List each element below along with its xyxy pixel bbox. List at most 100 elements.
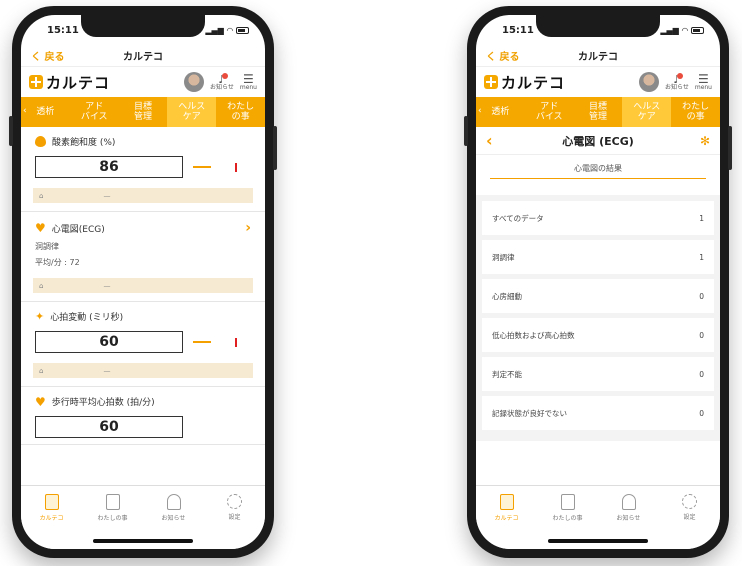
alert-marker — [235, 162, 237, 172]
app-logo: カルテコ — [29, 72, 110, 93]
back-button[interactable]: く 戻る — [486, 48, 519, 63]
spo2-card[interactable]: 酸素飽和度 (%) 86 ⌂ — — [21, 127, 265, 212]
chevron-right-icon[interactable]: › — [245, 220, 251, 236]
card-title: 酸素飽和度 (%) — [52, 138, 116, 148]
chevron-left-icon[interactable]: ‹ — [23, 106, 27, 116]
gear-icon[interactable]: ✻ — [700, 134, 710, 148]
avatar[interactable] — [183, 72, 204, 92]
menu-button[interactable]: ☰ menu — [695, 73, 712, 91]
nav-bar: く 戻る カルテコ — [476, 45, 720, 67]
tab-advice[interactable]: アド バイス — [70, 97, 119, 127]
gear-icon — [227, 494, 242, 509]
screen-left: 15:11 ▂▄▆ ◠ く 戻る カルテコ カルテコ ♪ お知らせ ☰ menu… — [21, 15, 265, 549]
walking-hr-card[interactable]: ♥ 歩行時平均心拍数 (拍/分) 60 — [21, 387, 265, 445]
result-row[interactable]: 心房細動 0 — [482, 279, 714, 313]
result-row[interactable]: 判定不能 0 — [482, 357, 714, 391]
phone-right: 15:11 ▂▄▆ ◠ く 戻る カルテコ カルテコ ♪ お知らせ ☰ menu… — [464, 6, 732, 558]
home-icon: ⌂ — [39, 281, 44, 290]
screen-right: 15:11 ▂▄▆ ◠ く 戻る カルテコ カルテコ ♪ お知らせ ☰ menu… — [476, 15, 720, 549]
battery-icon — [691, 26, 704, 34]
tab-dialysis[interactable]: 透析 — [476, 97, 525, 127]
gear-icon — [682, 494, 697, 509]
volume-button — [464, 116, 468, 146]
power-button — [728, 126, 732, 170]
tab-goals[interactable]: 目標 管理 — [119, 97, 168, 127]
pulse-icon: ✦ — [35, 310, 45, 323]
nav-karteco[interactable]: カルテコ — [476, 494, 537, 549]
note-bar[interactable]: ⌂ — — [33, 188, 253, 203]
health-list: 酸素飽和度 (%) 86 ⌂ — ♥ 心電図(ECG) › 洞調律 平均/分:… — [21, 127, 265, 455]
back-button[interactable]: く 戻る — [31, 48, 64, 63]
notch — [536, 15, 660, 37]
back-chevron-icon[interactable]: ‹ — [486, 131, 493, 150]
card-title: 心拍変動 (ミリ秒) — [50, 313, 124, 323]
tab-bar: ‹ 透析 アド バイス 目標 管理 ヘルス ケア わたし の事 — [21, 97, 265, 127]
card-title: 歩行時平均心拍数 (拍/分) — [51, 398, 155, 408]
bell-icon — [621, 494, 636, 510]
tab-healthcare[interactable]: ヘルス ケア — [167, 97, 217, 127]
menu-button[interactable]: ☰ menu — [240, 73, 257, 91]
bell-icon: ♪ — [218, 72, 229, 85]
signal-icon: ▂▄▆ — [205, 25, 224, 35]
status-time: 15:11 — [502, 24, 534, 36]
clipboard-icon — [44, 494, 59, 510]
nav-karteco[interactable]: カルテコ — [21, 494, 82, 549]
chevron-left-icon[interactable]: ‹ — [478, 106, 482, 116]
notification-button[interactable]: ♪ お知らせ — [210, 72, 234, 91]
ecg-title: 心電図 (ECG) — [562, 134, 634, 148]
bell-icon — [166, 494, 181, 510]
home-icon: ⌂ — [39, 366, 44, 375]
ecg-rhythm: 洞調律 — [35, 242, 59, 251]
app-logo: カルテコ — [484, 72, 565, 93]
result-row[interactable]: 洞調律 1 — [482, 240, 714, 274]
drop-icon — [35, 136, 46, 147]
result-row[interactable]: すべてのデータ 1 — [482, 201, 714, 235]
note-bar[interactable]: ⌂ — — [33, 363, 253, 378]
nav-settings[interactable]: 設定 — [659, 494, 720, 549]
value-box: 60 — [35, 331, 183, 353]
wifi-icon: ◠ — [681, 25, 688, 35]
trend-line — [193, 166, 211, 168]
tab-about-me[interactable]: わたし の事 — [216, 97, 265, 127]
home-indicator — [548, 539, 648, 543]
phone-left: 15:11 ▂▄▆ ◠ く 戻る カルテコ カルテコ ♪ お知らせ ☰ menu… — [9, 6, 277, 558]
ecg-subtitle: 心電図の結果 — [490, 155, 706, 179]
home-icon: ⌂ — [39, 191, 44, 200]
note-bar[interactable]: ⌂ — — [33, 278, 253, 293]
notification-button[interactable]: ♪ お知らせ — [665, 72, 689, 91]
signal-icon: ▂▄▆ — [660, 25, 679, 35]
heart-icon: ♥ — [35, 394, 46, 409]
ecg-card[interactable]: ♥ 心電図(ECG) › 洞調律 平均/分 : 72 ⌂ — — [21, 212, 265, 302]
brand-header: カルテコ ♪ お知らせ ☰ menu — [21, 67, 265, 97]
ecg-average: 平均/分 : 72 — [35, 258, 80, 267]
tab-dialysis[interactable]: 透析 — [21, 97, 70, 127]
home-indicator — [93, 539, 193, 543]
nav-bar: く 戻る カルテコ — [21, 45, 265, 67]
result-row[interactable]: 記録状態が良好でない 0 — [482, 396, 714, 430]
profile-card-icon — [560, 494, 575, 510]
volume-button — [9, 116, 13, 146]
value-box: 86 — [35, 156, 183, 178]
cross-logo-icon — [29, 75, 43, 89]
alert-marker — [235, 337, 237, 347]
tab-healthcare[interactable]: ヘルス ケア — [622, 97, 672, 127]
result-list: すべてのデータ 1 洞調律 1 心房細動 0 低心拍数および高心拍数 0 判定不能 0 記… — [476, 195, 720, 441]
result-row[interactable]: 低心拍数および高心拍数 0 — [482, 318, 714, 352]
cross-logo-icon — [484, 75, 498, 89]
ecg-header: ‹ 心電図 (ECG) ✻ — [476, 127, 720, 155]
battery-icon — [236, 26, 249, 34]
heart-icon: ♥ — [35, 221, 46, 235]
tab-about-me[interactable]: わたし の事 — [671, 97, 720, 127]
profile-card-icon — [105, 494, 120, 510]
tab-advice[interactable]: アド バイス — [525, 97, 574, 127]
hrv-card[interactable]: ✦ 心拍変動 (ミリ秒) 60 ⌂ — — [21, 302, 265, 387]
avatar[interactable] — [638, 72, 659, 92]
clipboard-icon — [499, 494, 514, 510]
nav-settings[interactable]: 設定 — [204, 494, 265, 549]
status-time: 15:11 — [47, 24, 79, 36]
power-button — [273, 126, 277, 170]
brand-header: カルテコ ♪ お知らせ ☰ menu — [476, 67, 720, 97]
ecg-detail: ‹ 心電図 (ECG) ✻ 心電図の結果 すべてのデータ 1 洞調律 1 心房細動 0… — [476, 127, 720, 455]
card-title: 心電図(ECG) — [51, 224, 105, 235]
tab-goals[interactable]: 目標 管理 — [574, 97, 623, 127]
